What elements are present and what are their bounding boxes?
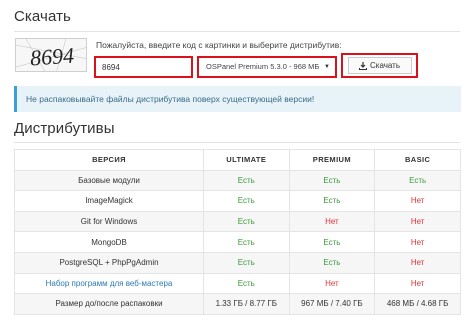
feature-name: PostgreSQL + PhpPgAdmin xyxy=(14,251,204,274)
download-button-label: Скачать xyxy=(370,61,400,70)
feature-cell: Есть xyxy=(288,190,376,212)
warning-alert: Не распаковывайте файлы дистрибутива пов… xyxy=(14,86,461,112)
table-row: Git for Windows Есть Нет Нет xyxy=(14,210,461,233)
feature-cell: Нет xyxy=(288,210,376,233)
download-button[interactable]: Скачать xyxy=(341,53,418,78)
column-header: PREMIUM xyxy=(288,149,376,171)
download-icon xyxy=(359,61,367,70)
feature-name: MongoDB xyxy=(14,231,204,253)
feature-cell: Есть xyxy=(203,231,290,253)
size-cell: 468 МБ / 4.68 ГБ xyxy=(374,293,461,315)
feature-cell: Нет xyxy=(374,190,461,212)
feature-cell: Нет xyxy=(374,272,461,295)
feature-cell: Есть xyxy=(288,169,376,192)
feature-cell: Есть xyxy=(203,169,290,192)
column-header: ВЕРСИЯ xyxy=(14,149,204,171)
feature-name: Git for Windows xyxy=(14,210,204,233)
size-cell: 1.33 ГБ / 8.77 ГБ xyxy=(203,293,290,315)
distribution-select[interactable]: OSPanel Premium 5.3.0 - 968 МБ ▼ xyxy=(197,56,337,78)
divider xyxy=(14,142,460,143)
captcha-image: 8694 xyxy=(15,38,87,72)
table-row: MongoDB Есть Есть Нет xyxy=(14,231,461,253)
feature-cell: Есть xyxy=(288,231,376,253)
feature-cell: Есть xyxy=(203,251,290,274)
feature-name: ImageMagick xyxy=(14,190,204,212)
size-cell: 967 МБ / 7.40 ГБ xyxy=(288,293,376,315)
table-row: Размер до/после распаковки 1.33 ГБ / 8.7… xyxy=(14,293,461,315)
column-header: BASIC xyxy=(374,149,461,171)
feature-name: Базовые модули xyxy=(14,169,204,192)
feature-cell: Нет xyxy=(374,251,461,274)
feature-cell: Нет xyxy=(374,231,461,253)
table-row: Набор программ для веб-мастера Есть Нет … xyxy=(14,272,461,295)
table-row: ImageMagick Есть Есть Нет xyxy=(14,190,461,212)
feature-name: Размер до/после распаковки xyxy=(14,293,204,315)
distributions-table: ВЕРСИЯ ULTIMATE PREMIUM BASIC Базовые мо… xyxy=(14,149,461,315)
table-row: PostgreSQL + PhpPgAdmin Есть Есть Нет xyxy=(14,251,461,274)
feature-cell: Есть xyxy=(288,251,376,274)
feature-cell: Есть xyxy=(203,210,290,233)
feature-cell: Есть xyxy=(203,272,290,295)
captcha-code-input[interactable] xyxy=(94,56,193,78)
download-heading: Скачать xyxy=(14,8,71,25)
webmaster-tools-link[interactable]: Набор программ для веб-мастера xyxy=(14,272,204,295)
distribution-select-value: OSPanel Premium 5.3.0 - 968 МБ xyxy=(206,62,320,71)
captcha-text: 8694 xyxy=(29,42,75,70)
feature-cell: Нет xyxy=(288,272,376,295)
chevron-down-icon: ▼ xyxy=(324,64,330,70)
column-header: ULTIMATE xyxy=(203,149,290,171)
feature-cell: Нет xyxy=(374,210,461,233)
table-row: Базовые модули Есть Есть Есть xyxy=(14,169,461,192)
distributions-heading: Дистрибутивы xyxy=(14,120,115,137)
captcha-prompt: Пожалуйста, введите код с картинки и выб… xyxy=(96,40,342,50)
feature-cell: Есть xyxy=(203,190,290,212)
table-header-row: ВЕРСИЯ ULTIMATE PREMIUM BASIC xyxy=(14,149,461,171)
divider xyxy=(14,31,460,32)
feature-cell: Есть xyxy=(374,169,461,192)
